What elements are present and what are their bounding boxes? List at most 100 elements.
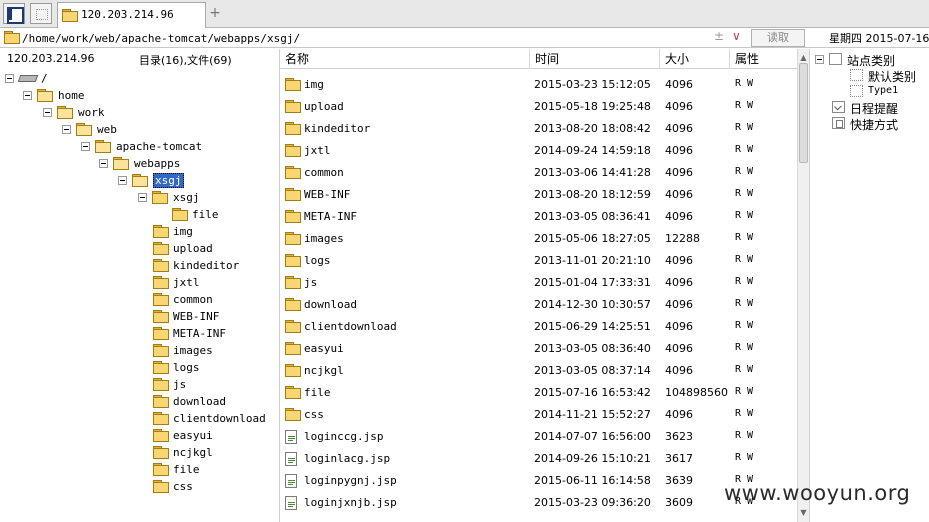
table-row[interactable]: clientdownload 2015-06-29 14:25:51 4096 … <box>280 315 797 337</box>
collapse-icon[interactable] <box>23 91 32 100</box>
table-row[interactable]: ncjkgl 2013-03-05 08:37:14 4096 R W <box>280 359 797 381</box>
file-time: 2015-07-16 16:53:42 <box>534 386 651 399</box>
table-row[interactable]: loginlacg.jsp 2014-09-26 15:10:21 3617 R… <box>280 447 797 469</box>
file-name: clientdownload <box>304 320 397 333</box>
file-attr: R W <box>735 210 754 221</box>
tree-node-label: easyui <box>173 429 213 442</box>
folder-icon <box>62 9 78 22</box>
file-time: 2013-08-20 18:12:59 <box>534 188 651 201</box>
collapse-icon[interactable] <box>99 159 108 168</box>
table-row[interactable]: easyui 2013-03-05 08:36:40 4096 R W <box>280 337 797 359</box>
table-row[interactable]: jxtl 2014-09-24 14:59:18 4096 R W <box>280 139 797 161</box>
blank-tab-icon[interactable] <box>30 3 52 24</box>
category-type1[interactable]: Type1 <box>850 84 929 100</box>
file-attr: R W <box>735 298 754 309</box>
column-header-attr[interactable]: 属性 <box>730 49 797 69</box>
tree-node-label: webapps <box>134 157 181 170</box>
table-row[interactable]: WEB-INF 2013-08-20 18:12:59 4096 R W <box>280 183 797 205</box>
vertical-scrollbar[interactable]: ▲ ▼ <box>797 49 809 522</box>
category-default[interactable]: 默认类别 <box>850 68 929 84</box>
category-site-types[interactable]: 站点类别 <box>815 52 929 68</box>
tree-node-label: apache-tomcat <box>116 140 203 153</box>
tree-node-label: xsgj <box>153 173 184 188</box>
table-row[interactable]: META-INF 2013-03-05 08:36:41 4096 R W <box>280 205 797 227</box>
file-attr: R W <box>735 386 754 397</box>
file-name: loginlacg.jsp <box>304 452 391 465</box>
tree-header: 120.203.214.96 目录(16),文件(69) <box>0 49 279 69</box>
panel-toggle-icon[interactable] <box>3 3 25 24</box>
schedule-reminder[interactable]: 日程提醒 <box>832 100 929 116</box>
path-input[interactable] <box>22 30 748 46</box>
server-ip: 120.203.214.96 <box>7 52 95 65</box>
folder-icon <box>285 386 301 399</box>
chevron-down-icon[interactable]: ∨ <box>732 29 741 43</box>
file-time: 2015-01-04 17:33:31 <box>534 276 651 289</box>
collapse-icon[interactable] <box>118 176 127 185</box>
folder-icon <box>153 412 169 425</box>
folder-icon <box>153 395 169 408</box>
table-row[interactable]: loginpygnj.jsp 2015-06-11 16:14:58 3639 … <box>280 469 797 491</box>
file-size: 4096 <box>665 122 693 135</box>
table-row[interactable]: css 2014-11-21 15:52:27 4096 R W <box>280 403 797 425</box>
table-row[interactable]: download 2014-12-30 10:30:57 4096 R W <box>280 293 797 315</box>
category-label: 快捷方式 <box>850 118 899 132</box>
file-time: 2013-03-06 14:41:28 <box>534 166 651 179</box>
file-attr: R W <box>735 408 754 419</box>
folder-icon <box>153 378 169 391</box>
file-time: 2015-05-06 18:27:05 <box>534 232 651 245</box>
folder-icon <box>285 342 301 355</box>
file-size: 3623 <box>665 430 693 443</box>
file-name: js <box>304 276 318 289</box>
file-size: 4096 <box>665 210 693 223</box>
folder-icon <box>153 293 169 306</box>
collapse-icon[interactable] <box>5 74 14 83</box>
column-header-size[interactable]: 大小 <box>660 49 730 69</box>
column-header-name[interactable]: 名称 <box>280 49 530 69</box>
category-label: 日程提醒 <box>850 102 899 116</box>
table-row[interactable]: js 2015-01-04 17:33:31 4096 R W <box>280 271 797 293</box>
file-name: upload <box>304 100 344 113</box>
table-row[interactable]: upload 2015-05-18 19:25:48 4096 R W <box>280 95 797 117</box>
shortcuts[interactable]: 快捷方式 <box>832 116 929 132</box>
folder-icon <box>4 31 20 44</box>
folder-icon <box>153 480 169 493</box>
scroll-down-icon[interactable]: ▼ <box>798 508 809 517</box>
file-attr: R W <box>735 144 754 155</box>
table-row[interactable]: file 2015-07-16 16:53:42 104898560 R W <box>280 381 797 403</box>
category-label: 站点类别 <box>847 54 896 68</box>
collapse-icon[interactable] <box>43 108 52 117</box>
file-size: 3639 <box>665 474 693 487</box>
collapse-icon[interactable] <box>62 125 71 134</box>
folder-icon <box>153 463 169 476</box>
folder-icon <box>37 89 53 102</box>
tree-node-label: download <box>173 395 226 408</box>
tree-node-label: ncjkgl <box>173 446 213 459</box>
file-size: 3609 <box>665 496 693 509</box>
collapse-icon[interactable] <box>815 55 824 64</box>
file-name: ncjkgl <box>304 364 344 377</box>
table-row[interactable]: img 2015-03-23 15:12:05 4096 R W <box>280 73 797 95</box>
scroll-up-icon[interactable]: ▲ <box>798 53 809 62</box>
read-button[interactable]: 读取 <box>751 29 805 47</box>
collapse-icon[interactable] <box>138 193 147 202</box>
file-list: img 2015-03-23 15:12:05 4096 R W upload … <box>280 70 797 522</box>
table-row[interactable]: kindeditor 2013-08-20 18:08:42 4096 R W <box>280 117 797 139</box>
table-row[interactable]: logs 2013-11-01 20:21:10 4096 R W <box>280 249 797 271</box>
file-name: WEB-INF <box>304 188 351 201</box>
table-row[interactable]: loginjxnjb.jsp 2015-03-23 09:36:20 3609 … <box>280 491 797 513</box>
table-row[interactable]: images 2015-05-06 18:27:05 12288 R W <box>280 227 797 249</box>
scroll-thumb[interactable] <box>799 63 808 163</box>
table-row[interactable]: loginccg.jsp 2014-07-07 16:56:00 3623 R … <box>280 425 797 447</box>
table-row[interactable]: common 2013-03-06 14:41:28 4096 R W <box>280 161 797 183</box>
folder-icon <box>153 327 169 340</box>
tree-node-label: file <box>192 208 219 221</box>
file-name: jxtl <box>304 144 331 157</box>
folder-icon <box>113 157 129 170</box>
clock-icon <box>832 101 845 113</box>
add-tab-button[interactable]: + <box>207 4 223 22</box>
column-header-time[interactable]: 时间 <box>530 49 660 69</box>
plus-minus-icon[interactable]: ± <box>714 29 724 43</box>
collapse-icon[interactable] <box>81 142 90 151</box>
file-name: loginccg.jsp <box>304 430 384 443</box>
tab-server[interactable]: 120.203.214.96 <box>57 2 206 28</box>
